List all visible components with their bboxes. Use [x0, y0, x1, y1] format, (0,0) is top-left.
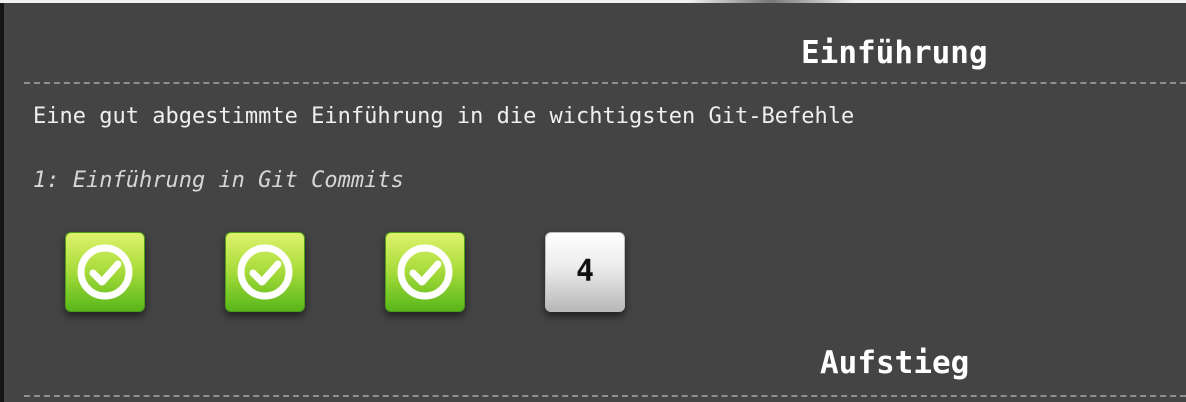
level-row: 4: [4, 230, 704, 316]
section-description: Eine gut abgestimmte Einführung in die w…: [33, 104, 855, 129]
check-circle-icon: [237, 244, 293, 300]
section-title-introduction: Einführung: [801, 35, 988, 71]
check-circle-icon: [397, 244, 453, 300]
section-title-ascent: Aufstieg: [820, 345, 970, 381]
level-tile-1[interactable]: [65, 232, 145, 312]
level-group-title: 1: Einführung in Git Commits: [33, 168, 404, 193]
level-tile-4[interactable]: 4: [545, 232, 625, 312]
level-tile-3[interactable]: [385, 232, 465, 312]
section-divider: [24, 82, 1186, 84]
level-tile-2[interactable]: [225, 232, 305, 312]
section-divider: [24, 395, 1186, 397]
level-number: 4: [575, 254, 595, 289]
check-circle-icon: [77, 244, 133, 300]
level-selection-panel: Einführung Eine gut abgestimmte Einführu…: [4, 3, 1186, 402]
